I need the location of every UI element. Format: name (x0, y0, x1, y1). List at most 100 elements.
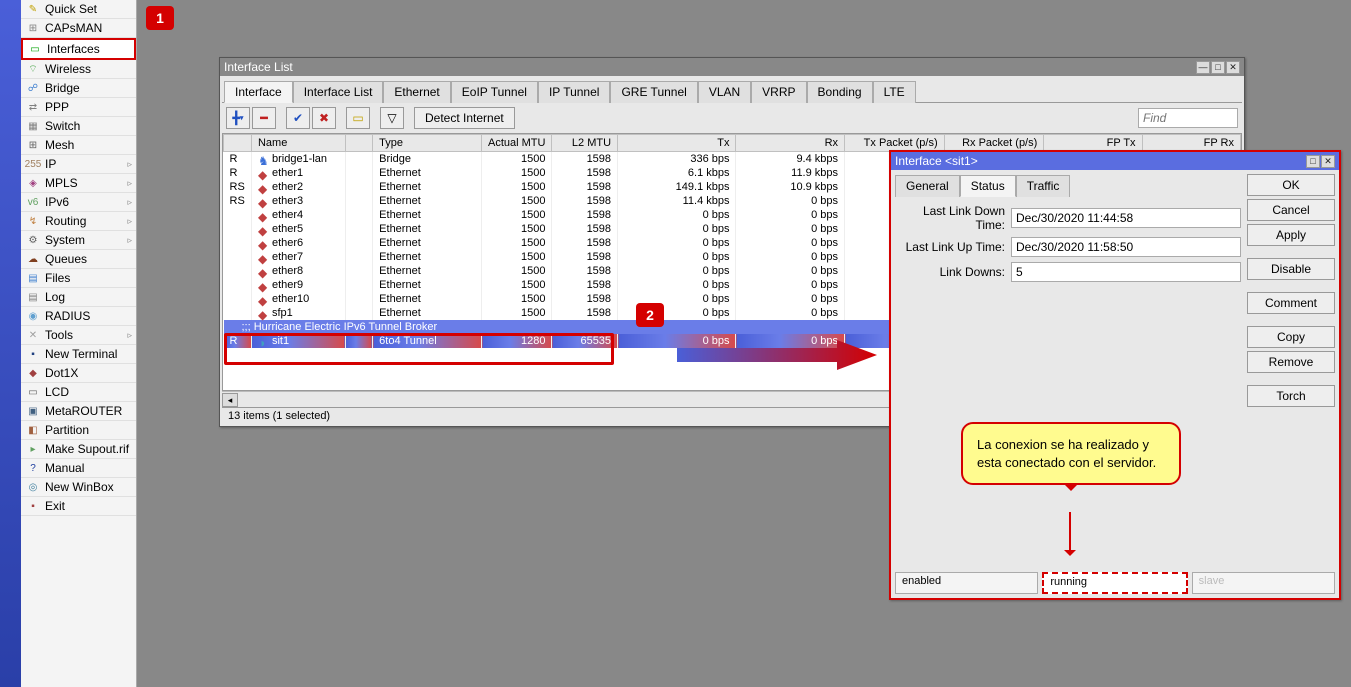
sidebar-item-ip[interactable]: 255IP▹ (21, 155, 136, 174)
column-header[interactable]: Tx Packet (p/s) (845, 135, 945, 152)
column-header[interactable]: Rx Packet (p/s) (944, 135, 1044, 152)
sidebar-icon: ◎ (25, 479, 41, 495)
sidebar-item-ipv6[interactable]: v6IPv6▹ (21, 193, 136, 212)
sidebar-item-dot1x[interactable]: ◆Dot1X (21, 364, 136, 383)
disable-button[interactable]: ✖ (312, 107, 336, 129)
sidebar-item-new-winbox[interactable]: ◎New WinBox (21, 478, 136, 497)
sidebar-item-metarouter[interactable]: ▣MetaROUTER (21, 402, 136, 421)
sidebar-icon: ☁ (25, 251, 41, 267)
copy-button[interactable]: Copy (1247, 326, 1335, 348)
remove-button[interactable]: ━ (252, 107, 276, 129)
disable-button[interactable]: Disable (1247, 258, 1335, 280)
tab-status[interactable]: Status (960, 175, 1016, 197)
detect-internet-button[interactable]: Detect Internet (414, 107, 515, 129)
column-header[interactable]: Rx (736, 135, 845, 152)
tab-gre-tunnel[interactable]: GRE Tunnel (610, 81, 697, 103)
enable-button[interactable]: ✔ (286, 107, 310, 129)
status-running: running (1042, 572, 1187, 594)
maximize-button[interactable]: □ (1211, 61, 1225, 74)
app-titlebar: RouterOS WinBox (0, 0, 21, 687)
sidebar-item-queues[interactable]: ☁ Queues (21, 250, 136, 269)
sidebar-icon: ⇄ (25, 99, 41, 115)
sidebar-item-mesh[interactable]: ⊞Mesh (21, 136, 136, 155)
sidebar-item-bridge[interactable]: ☍Bridge (21, 79, 136, 98)
tab-traffic[interactable]: Traffic (1016, 175, 1071, 197)
scroll-left-button[interactable]: ◂ (222, 393, 238, 407)
window-titlebar[interactable]: Interface List — □ ✕ (220, 58, 1244, 76)
status-enabled: enabled (895, 572, 1038, 594)
column-header[interactable] (345, 135, 373, 152)
sidebar-item-ppp[interactable]: ⇄PPP (21, 98, 136, 117)
sidebar-label: Queues (45, 252, 87, 266)
sidebar-item-switch[interactable]: ▦Switch (21, 117, 136, 136)
remove-button[interactable]: Remove (1247, 351, 1335, 373)
sidebar: ✎Quick Set⊞CAPsMAN▭Interfaces⌔ Wireless ☍B… (21, 0, 137, 687)
sidebar-label: Wireless (45, 62, 91, 76)
column-header[interactable]: FP Tx (1044, 135, 1142, 152)
comment-button[interactable]: Comment (1247, 292, 1335, 314)
sidebar-item-exit[interactable]: ▪Exit (21, 497, 136, 516)
tab-eoip-tunnel[interactable]: EoIP Tunnel (451, 81, 538, 103)
comment-button[interactable]: ▭ (346, 107, 370, 129)
filter-button[interactable]: ▽ (380, 107, 404, 129)
sidebar-icon: ◧ (25, 422, 41, 438)
minimize-button[interactable]: — (1196, 61, 1210, 74)
tab-vrrp[interactable]: VRRP (751, 81, 806, 103)
properties-tabs: GeneralStatusTraffic (895, 174, 1241, 196)
torch-button[interactable]: Torch (1247, 385, 1335, 407)
tab-interface-list[interactable]: Interface List (293, 81, 384, 103)
sidebar-item-lcd[interactable]: ▭LCD (21, 383, 136, 402)
sidebar-item-make-supout-rif[interactable]: ▸Make Supout.rif (21, 440, 136, 459)
sidebar-icon: ⌔ (25, 61, 41, 77)
sidebar-label: MPLS (45, 176, 78, 190)
tab-interface[interactable]: Interface (224, 81, 293, 103)
toolbar: ╋▾ ━ ✔ ✖ ▭ ▽ Detect Internet (222, 103, 1242, 133)
sidebar-item-interfaces[interactable]: ▭Interfaces (21, 38, 136, 60)
sidebar-item-system[interactable]: ⚙System▹ (21, 231, 136, 250)
ok-button[interactable]: OK (1247, 174, 1335, 196)
sidebar-item-radius[interactable]: ◉RADIUS (21, 307, 136, 326)
sidebar-item-capsman[interactable]: ⊞CAPsMAN (21, 19, 136, 38)
annotation-arrow (677, 340, 877, 370)
sidebar-item-routing[interactable]: ↯Routing▹ (21, 212, 136, 231)
tab-bonding[interactable]: Bonding (807, 81, 873, 103)
tab-general[interactable]: General (895, 175, 960, 197)
sidebar-label: Tools (45, 328, 73, 342)
column-header[interactable]: Tx (618, 135, 736, 152)
sidebar-item-quick-set[interactable]: ✎Quick Set (21, 0, 136, 19)
sidebar-item-mpls[interactable]: ◈MPLS▹ (21, 174, 136, 193)
sidebar-icon: ▭ (25, 384, 41, 400)
sidebar-item-log[interactable]: ▤Log (21, 288, 136, 307)
properties-buttons: OK Cancel Apply Disable Comment Copy Remove Tor… (1247, 174, 1335, 566)
sidebar-item-wireless[interactable]: ⌔ Wireless (21, 60, 136, 79)
column-header[interactable]: Actual MTU (482, 135, 552, 152)
column-header[interactable]: Name (251, 135, 345, 152)
close-button[interactable]: ✕ (1226, 61, 1240, 74)
sidebar-item-partition[interactable]: ◧Partition (21, 421, 136, 440)
sidebar-icon: ▦ (25, 118, 41, 134)
tab-bar: InterfaceInterface ListEthernetEoIP Tunn… (222, 78, 1242, 103)
tab-vlan[interactable]: VLAN (698, 81, 751, 103)
window-titlebar[interactable]: Interface <sit1> □ ✕ (891, 152, 1339, 170)
sidebar-item-manual[interactable]: ?Manual (21, 459, 136, 478)
sidebar-item-new-terminal[interactable]: ▪New Terminal (21, 345, 136, 364)
tab-ip-tunnel[interactable]: IP Tunnel (538, 81, 610, 103)
submenu-arrow-icon: ▹ (127, 235, 132, 246)
sidebar-label: Exit (45, 499, 65, 513)
cancel-button[interactable]: Cancel (1247, 199, 1335, 221)
close-button[interactable]: ✕ (1321, 155, 1335, 168)
column-header[interactable]: L2 MTU (552, 135, 618, 152)
add-button[interactable]: ╋▾ (226, 107, 250, 129)
apply-button[interactable]: Apply (1247, 224, 1335, 246)
find-input[interactable] (1138, 108, 1238, 128)
sidebar-label: Routing (45, 214, 86, 228)
tab-lte[interactable]: LTE (873, 81, 916, 103)
column-header[interactable] (224, 135, 252, 152)
sidebar-item-tools[interactable]: ✕Tools▹ (21, 326, 136, 345)
maximize-button[interactable]: □ (1306, 155, 1320, 168)
sidebar-label: Manual (45, 461, 84, 475)
tab-ethernet[interactable]: Ethernet (383, 81, 450, 103)
column-header[interactable]: Type (373, 135, 482, 152)
column-header[interactable]: FP Rx (1142, 135, 1240, 152)
sidebar-item-files[interactable]: ▤Files (21, 269, 136, 288)
